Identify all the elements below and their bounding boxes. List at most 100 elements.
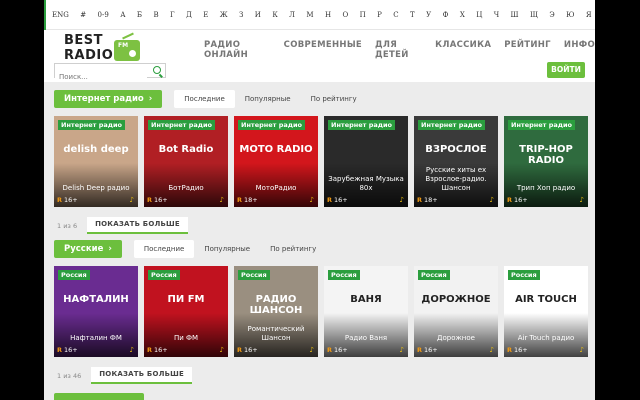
nav-item[interactable]: СОВРЕМЕННЫЕ bbox=[284, 40, 362, 60]
alphabet-letter[interactable]: Б bbox=[137, 11, 142, 19]
nav-item[interactable]: ДЛЯ ДЕТЕЙ bbox=[375, 40, 422, 60]
alphabet-letter[interactable]: С bbox=[393, 11, 398, 19]
alphabet-letter[interactable]: Э bbox=[549, 11, 554, 19]
station-name: МотоРадио bbox=[255, 184, 297, 192]
age-rating: R 18+ bbox=[237, 196, 258, 204]
station-name: Трип Хоп радио bbox=[516, 184, 576, 192]
station-card[interactable]: ВАНЯ Россия Радио Ваня R 16+ ♪ bbox=[324, 266, 408, 357]
music-note-icon[interactable]: ♪ bbox=[310, 346, 314, 354]
alphabet-letter[interactable]: Е bbox=[203, 11, 208, 19]
alphabet-letter[interactable]: З bbox=[239, 11, 243, 19]
alphabet-letter[interactable]: А bbox=[120, 11, 125, 19]
alphabet-letter[interactable]: М bbox=[306, 11, 313, 19]
music-note-icon[interactable]: ♪ bbox=[490, 346, 494, 354]
artwork-text: ВАНЯ bbox=[350, 294, 382, 305]
age-value: 16+ bbox=[154, 346, 168, 354]
station-name: Зарубежная Музыка 80х bbox=[328, 175, 404, 192]
knob bbox=[129, 50, 136, 57]
alphabet-letter[interactable]: П bbox=[360, 11, 366, 19]
alphabet-letter[interactable]: Т bbox=[410, 11, 415, 19]
pager: 1 из 46 ПОКАЗАТЬ БОЛЬШЕ bbox=[57, 367, 192, 384]
music-note-icon[interactable]: ♪ bbox=[310, 196, 314, 204]
station-card[interactable]: MOTO RADIO Интернет радио МотоРадио R 18+ ♪ bbox=[234, 116, 318, 207]
login-button[interactable]: ВОЙТИ bbox=[547, 62, 585, 78]
alphabet-letter[interactable]: Н bbox=[325, 11, 331, 19]
alphabet-letter[interactable]: Х bbox=[460, 11, 465, 19]
alphabet-letter[interactable]: Ц bbox=[476, 11, 482, 19]
station-card[interactable]: НАФТАЛИН Россия Нафталин ФМ R 16+ ♪ bbox=[54, 266, 138, 357]
station-name: Дорожное bbox=[437, 334, 475, 342]
music-note-icon[interactable]: ♪ bbox=[130, 346, 134, 354]
search-box[interactable] bbox=[54, 63, 166, 84]
tab[interactable]: Популярные bbox=[194, 240, 260, 258]
station-card[interactable]: ВЗРОСЛОЕ Интернет радио Русские хиты ex Вз… bbox=[414, 116, 498, 207]
alphabet-letter[interactable]: И bbox=[255, 11, 261, 19]
music-note-icon[interactable]: ♪ bbox=[220, 196, 224, 204]
tab[interactable]: По рейтингу bbox=[301, 90, 367, 108]
rating-icon: R bbox=[57, 346, 63, 354]
nav-item[interactable]: ИНФО bbox=[564, 40, 595, 60]
alphabet-letter[interactable]: К bbox=[272, 11, 277, 19]
logo[interactable]: BEST RADIO FM bbox=[58, 32, 148, 63]
alphabet-letter[interactable]: Ф bbox=[443, 11, 449, 19]
station-card[interactable]: delish deep Интернет радио Delish Deep рад… bbox=[54, 116, 138, 207]
station-card[interactable]: Bot Radio Интернет радио БотРадио R 16+ ♪ bbox=[144, 116, 228, 207]
music-note-icon[interactable]: ♪ bbox=[400, 196, 404, 204]
alphabet-letter[interactable]: # bbox=[80, 11, 86, 19]
pager: 1 из 6 ПОКАЗАТЬ БОЛЬШЕ bbox=[57, 217, 188, 234]
alphabet-letter[interactable]: Л bbox=[289, 11, 295, 19]
artwork-text: ВЗРОСЛОЕ bbox=[425, 144, 487, 155]
search-icon[interactable] bbox=[153, 66, 161, 74]
alphabet-letter[interactable]: Ч bbox=[494, 11, 499, 19]
station-card[interactable]: ПИ FM Россия Пи ФМ R 16+ ♪ bbox=[144, 266, 228, 357]
music-note-icon[interactable]: ♪ bbox=[490, 196, 494, 204]
alphabet-letter[interactable]: О bbox=[342, 11, 348, 19]
age-rating: R 16+ bbox=[57, 196, 78, 204]
artwork-text: AIR TOUCH bbox=[515, 294, 577, 305]
alphabet-letter[interactable]: Р bbox=[377, 11, 382, 19]
music-note-icon[interactable]: ♪ bbox=[400, 346, 404, 354]
alphabet-letter[interactable]: Ш bbox=[511, 11, 519, 19]
nav-item[interactable]: РАДИО ОНЛАЙН bbox=[204, 40, 271, 60]
station-name: Air Touch радио bbox=[517, 334, 575, 342]
rating-icon: R bbox=[147, 196, 153, 204]
alphabet-letter[interactable]: Ю bbox=[566, 11, 574, 19]
alphabet-letter[interactable]: 0-9 bbox=[98, 11, 109, 19]
alphabet-letter[interactable]: Я bbox=[586, 11, 592, 19]
age-value: 16+ bbox=[154, 196, 168, 204]
tab[interactable]: По рейтингу bbox=[260, 240, 326, 258]
alphabet-letter[interactable]: Щ bbox=[530, 11, 538, 19]
nav-item[interactable]: РЕЙТИНГ bbox=[504, 40, 551, 60]
alphabet-letter[interactable]: ENG bbox=[52, 11, 69, 19]
section-title-button[interactable]: Русские › bbox=[54, 240, 122, 258]
station-card[interactable]: AIR TOUCH Россия Air Touch радио R 16+ ♪ bbox=[504, 266, 588, 357]
station-card[interactable]: TRIP-HOP RADIO Интернет радио Трип Хоп рад… bbox=[504, 116, 588, 207]
station-card[interactable]: ДОРОЖНОЕ Россия Дорожное R 16+ ♪ bbox=[414, 266, 498, 357]
age-rating: R 16+ bbox=[327, 346, 348, 354]
station-card[interactable]: Интернет радио Зарубежная Музыка 80х R 16+ ♪ bbox=[324, 116, 408, 207]
age-value: 16+ bbox=[64, 346, 78, 354]
show-more-button[interactable]: ПОКАЗАТЬ БОЛЬШЕ bbox=[87, 217, 188, 234]
tab[interactable]: Последние bbox=[174, 90, 235, 108]
alphabet-letter[interactable]: У bbox=[426, 11, 431, 19]
rating-icon: R bbox=[507, 196, 513, 204]
music-note-icon[interactable]: ♪ bbox=[220, 346, 224, 354]
artwork-text: ДОРОЖНОЕ bbox=[421, 294, 491, 305]
rating-icon: R bbox=[327, 196, 333, 204]
next-section-title[interactable] bbox=[54, 393, 144, 400]
section-title-button[interactable]: Интернет радио › bbox=[54, 90, 163, 108]
music-note-icon[interactable]: ♪ bbox=[580, 196, 584, 204]
alphabet-letter[interactable]: Д bbox=[186, 11, 192, 19]
tab[interactable]: Популярные bbox=[235, 90, 301, 108]
alphabet-letter[interactable]: Ж bbox=[220, 11, 228, 19]
alphabet-letter[interactable]: Г bbox=[170, 11, 175, 19]
station-card[interactable]: РАДИО ШАНСОН Россия Романтический Шансон R 1… bbox=[234, 266, 318, 357]
tab[interactable]: Последние bbox=[133, 240, 195, 258]
alphabet-letter[interactable]: В bbox=[153, 11, 158, 19]
age-value: 16+ bbox=[334, 346, 348, 354]
music-note-icon[interactable]: ♪ bbox=[580, 346, 584, 354]
nav-item[interactable]: КЛАССИКА bbox=[435, 40, 491, 60]
show-more-button[interactable]: ПОКАЗАТЬ БОЛЬШЕ bbox=[91, 367, 192, 384]
station-name: Пи ФМ bbox=[173, 334, 199, 342]
music-note-icon[interactable]: ♪ bbox=[130, 196, 134, 204]
